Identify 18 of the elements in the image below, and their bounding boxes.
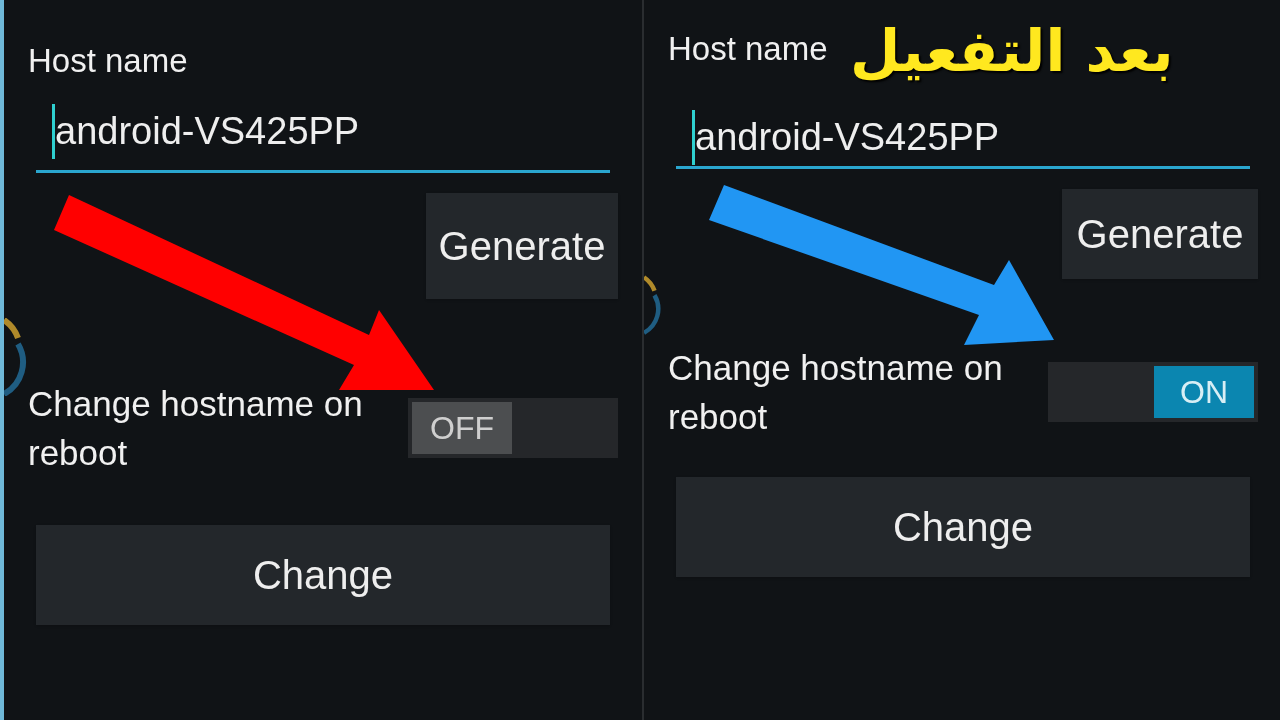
change-button[interactable]: Change <box>676 477 1250 578</box>
toggle-state: ON <box>1180 373 1228 413</box>
toggle-state: OFF <box>430 409 494 449</box>
text-cursor <box>692 110 695 166</box>
toggle-label: Change hostname on reboot <box>668 347 1004 439</box>
text-cursor <box>52 104 55 160</box>
toggle-label: Change hostname on reboot <box>28 383 364 475</box>
field-value: android-VS425PP <box>695 115 1000 161</box>
generate-button[interactable]: Generate <box>426 193 618 300</box>
generate-button[interactable]: Generate <box>1062 189 1258 280</box>
field-label: Host name <box>668 29 828 69</box>
hostname-field[interactable]: android-VS425PP <box>676 109 1250 170</box>
field-value: android-VS425PP <box>55 109 360 155</box>
hostname-field[interactable]: android-VS425PP <box>36 93 610 174</box>
change-button[interactable]: Change <box>36 525 610 626</box>
field-label: Host name <box>28 41 188 81</box>
caption-overlay: بعد التفعيل <box>850 22 1174 80</box>
toggle-switch[interactable]: OFF <box>408 398 618 459</box>
